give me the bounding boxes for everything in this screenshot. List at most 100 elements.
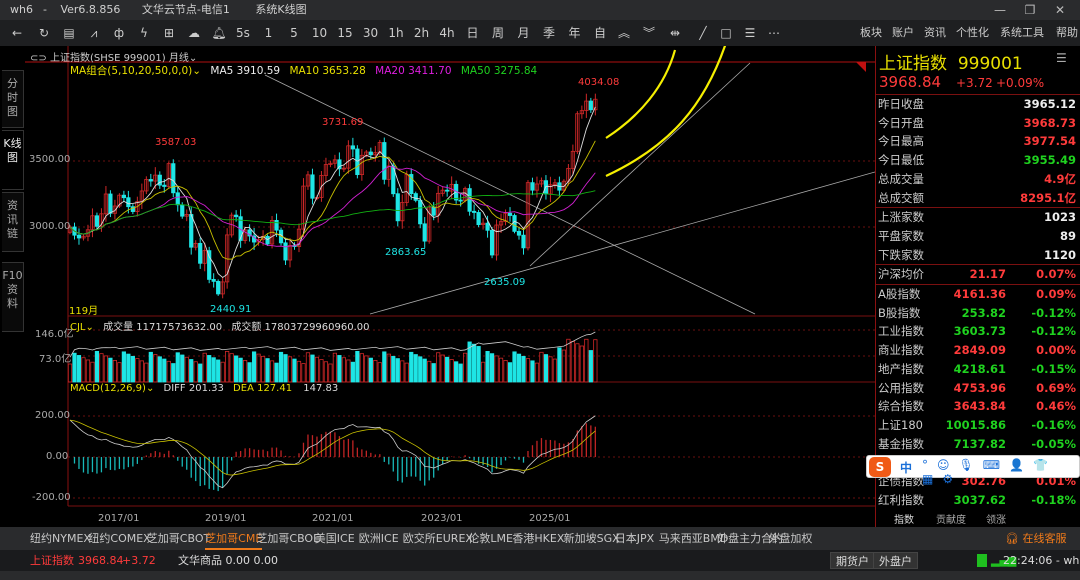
market-tab[interactable]: 纽约COMEX (88, 527, 150, 550)
stat-row[interactable]: 昨日收盘 3965.12 (878, 95, 1078, 113)
kline-chart[interactable]: ⊂⊃ 上证指数(SHSE 999001) 月线⌄ MA组合(5,10,20,50… (0, 46, 875, 527)
breadth-row[interactable]: 上涨家数 1023 (878, 208, 1078, 226)
tab-f10[interactable]: F10资料 (2, 262, 24, 332)
market-tab[interactable]: 新加坡SGX (564, 527, 620, 550)
candle (108, 193, 113, 214)
menu-4[interactable]: 系统工具 (1000, 20, 1044, 46)
market-tab[interactable]: 芝加哥CBOT (147, 527, 210, 550)
refresh-icon[interactable]: ↻ (35, 20, 53, 46)
stat-row[interactable]: 今日最低 3955.49 (878, 151, 1078, 169)
stat-row[interactable]: 今日最高 3977.54 (878, 132, 1078, 150)
table-icon[interactable]: ▤ (60, 20, 78, 46)
index-row[interactable]: 上证180 10015.86 -0.16% (878, 416, 1078, 434)
tab-contribution[interactable]: 贡献度 (936, 511, 966, 526)
list-icon[interactable]: ☰ (741, 20, 759, 46)
stat-row[interactable]: 今日开盘 3968.73 (878, 114, 1078, 132)
more-icon[interactable]: ⋯ (765, 20, 783, 46)
candle (171, 163, 176, 194)
macd-select[interactable]: MACD(12,26,9) (70, 383, 146, 394)
scroll-down-icon[interactable]: ︾ (640, 20, 658, 46)
market-tab[interactable]: 欧交所EUREX (403, 527, 473, 550)
ime-tools-icons[interactable]: °☺🎙︎⌨👤👕▦⚙ (922, 458, 1079, 486)
period-10[interactable]: 周 (488, 20, 508, 46)
tab-index[interactable]: 指数 (894, 511, 914, 526)
index-row[interactable]: 地产指数 4218.61 -0.15% (878, 360, 1078, 378)
menu-2[interactable]: 资讯 (924, 20, 946, 46)
index-row[interactable]: B股指数 253.82 -0.12% (878, 304, 1078, 322)
market-tab[interactable]: 日本JPX (615, 527, 654, 550)
period-13[interactable]: 年 (565, 20, 585, 46)
ma-select[interactable]: MA组合(5,10,20,50,0,0) (70, 65, 192, 77)
back-icon[interactable]: ← (8, 20, 26, 46)
period-2[interactable]: 5 (284, 20, 304, 46)
bell-icon[interactable]: 🔔︎ (210, 20, 228, 46)
period-9[interactable]: 日 (463, 20, 483, 46)
zoom-icon[interactable]: ⇹ (664, 20, 686, 46)
online-service-button[interactable]: 🎧︎ 在线客服 (1005, 527, 1066, 550)
avg-price-row[interactable]: 沪深均价 21.17 0.07% (878, 265, 1078, 283)
breadth-row[interactable]: 平盘家数 89 (878, 227, 1078, 245)
market-tab[interactable]: 芝加哥CME (205, 527, 263, 550)
candle-icon[interactable]: ф (110, 20, 128, 46)
menu-1[interactable]: 账户 (892, 20, 914, 46)
period-7[interactable]: 2h (412, 20, 432, 46)
foreign-account-button[interactable]: 外盘户 (873, 552, 918, 569)
ime-lang[interactable]: 中 (900, 459, 912, 476)
market-tab[interactable]: 芝加哥CBOE (256, 527, 320, 550)
line-draw-icon[interactable]: ╱ (694, 20, 712, 46)
period-0[interactable]: 5s (233, 20, 253, 46)
flash-icon[interactable]: ϟ (135, 20, 153, 46)
volume-bar (148, 351, 153, 383)
candle (180, 204, 185, 217)
index-row[interactable]: 商业指数 2849.09 0.00% (878, 341, 1078, 359)
minimize-button[interactable]: — (985, 0, 1015, 20)
index-row[interactable]: 红利指数 3037.62 -0.18% (878, 491, 1078, 509)
stat-row[interactable]: 总成交额 8295.1亿 (878, 189, 1078, 207)
futures-account-button[interactable]: 期货户 (830, 552, 875, 569)
period-4[interactable]: 15 (335, 20, 355, 46)
breadth-row[interactable]: 下跌家数 1120 (878, 246, 1078, 264)
index-row[interactable]: 基金指数 7137.82 -0.05% (878, 435, 1078, 453)
period-11[interactable]: 月 (514, 20, 534, 46)
period-12[interactable]: 季 (539, 20, 559, 46)
period-14[interactable]: 自 (590, 20, 610, 46)
board-icon[interactable]: ⊞ (160, 20, 178, 46)
menu-3[interactable]: 个性化 (956, 20, 989, 46)
market-tab[interactable]: 欧洲ICE (359, 527, 399, 550)
market-tab[interactable]: 外盘加权 (768, 527, 812, 550)
period-1[interactable]: 1 (259, 20, 279, 46)
period-5[interactable]: 30 (361, 20, 381, 46)
close-button[interactable]: ✕ (1045, 0, 1075, 20)
market-tab[interactable]: 伦敦LME (468, 527, 513, 550)
index-row[interactable]: 综合指数 3643.84 0.46% (878, 397, 1078, 415)
stat-row[interactable]: 总成交量 4.9亿 (878, 170, 1078, 188)
menu-5[interactable]: 帮助 (1056, 20, 1078, 46)
index-row[interactable]: 公用指数 4753.96 0.69% (878, 379, 1078, 397)
link-icon[interactable]: ⊂⊃ (30, 53, 47, 64)
ime-toolbar[interactable]: S 中 °☺🎙︎⌨👤👕▦⚙ (866, 455, 1080, 486)
market-tab[interactable]: 纽约NYMEX (30, 527, 91, 550)
period-3[interactable]: 10 (310, 20, 330, 46)
cloud-icon[interactable]: ☁ (185, 20, 203, 46)
tab-kline[interactable]: K线图 (2, 130, 24, 190)
tab-intraday[interactable]: 分时图 (2, 70, 24, 128)
menu-icon[interactable]: ☰ (1056, 51, 1067, 65)
tab-news[interactable]: 资讯链 (2, 192, 24, 252)
market-tab[interactable]: 香港HKEX (512, 527, 564, 550)
menu-0[interactable]: 板块 (860, 20, 882, 46)
row-label: 商业指数 (878, 343, 924, 358)
maximize-button[interactable]: ❐ (1015, 0, 1045, 20)
index-row[interactable]: A股指数 4161.36 0.09% (878, 285, 1078, 303)
period-8[interactable]: 4h (437, 20, 457, 46)
scroll-up-icon[interactable]: ︽ (615, 20, 633, 46)
period-6[interactable]: 1h (386, 20, 406, 46)
market-tab[interactable]: 美国ICE (315, 527, 355, 550)
sogou-logo-icon[interactable]: S (869, 457, 891, 477)
tab-leaders[interactable]: 领涨 (986, 511, 1006, 526)
price-tick: 3000.00 (29, 221, 71, 232)
volume-bar (566, 338, 571, 383)
chart-canvas[interactable] (0, 46, 875, 527)
line-chart-icon[interactable]: ⩘ (85, 20, 103, 46)
index-row[interactable]: 工业指数 3603.73 -0.12% (878, 322, 1078, 340)
rectangle-icon[interactable]: □ (717, 20, 735, 46)
